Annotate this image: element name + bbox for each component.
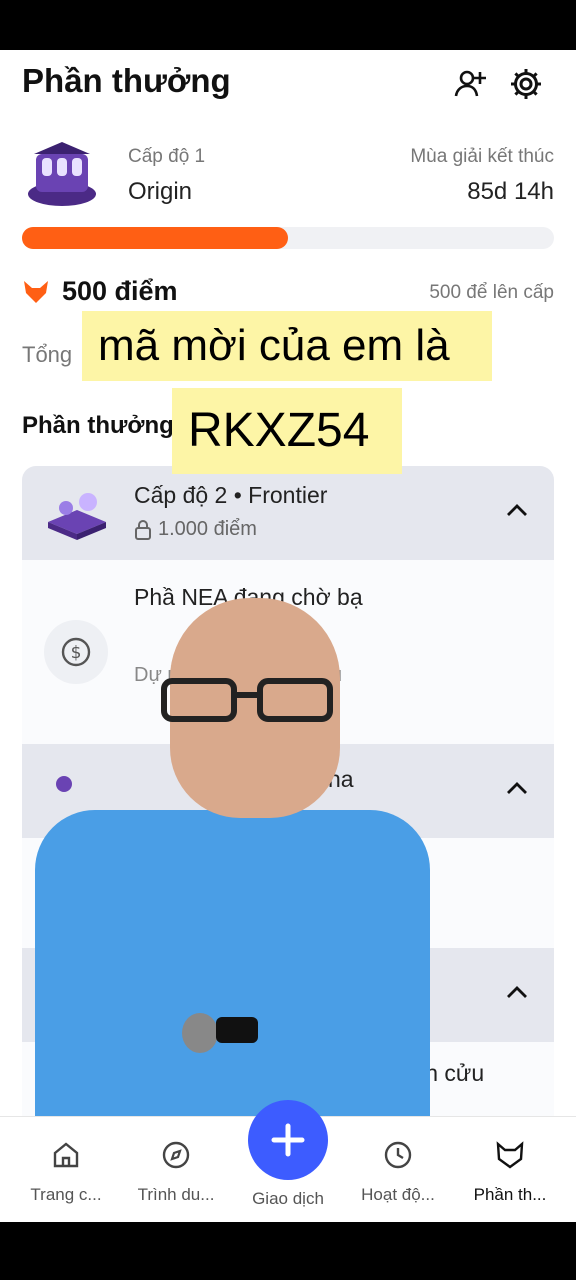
trade-fab-button[interactable] — [248, 1100, 328, 1180]
nav-item-home[interactable]: Trang c... — [12, 1139, 120, 1209]
chevron-up-icon[interactable] — [504, 776, 530, 802]
season-badge-image — [28, 142, 96, 206]
points-icon — [24, 281, 48, 303]
season-remaining-time: 85d 14h — [467, 178, 554, 205]
level-card-title: Cấp độ 2 • Frontier — [134, 482, 328, 508]
clock-icon — [384, 1141, 412, 1169]
trade-fab-label: Giao dịch — [252, 1189, 324, 1208]
reward-icon-container: $ — [44, 620, 108, 684]
level-progress-fill — [22, 227, 288, 249]
total-label: Tổng — [22, 342, 73, 367]
level-label: Cấp độ 1 — [128, 146, 206, 167]
reward-title: Phầ NEA đang chờ bạ — [134, 584, 363, 610]
lock-icon — [135, 519, 151, 540]
level-thumbnail — [48, 493, 106, 540]
glasses-graphic — [161, 678, 333, 722]
plus-icon — [271, 1123, 305, 1157]
caption-line-1: mã mời của em là — [82, 311, 492, 381]
caption-line-2: RKXZ54 — [172, 388, 402, 474]
chevron-up-icon[interactable] — [504, 980, 530, 1006]
level-progress-bar — [22, 227, 554, 249]
nav-label: Phần th... — [473, 1185, 547, 1204]
level-card-header[interactable]: Cấp độ 2 • Frontier 1.000 điểm — [22, 466, 554, 560]
gear-icon[interactable] — [508, 66, 544, 102]
status-bar — [0, 0, 576, 50]
dollar-icon: $ — [61, 637, 91, 667]
level-name: Origin — [128, 178, 193, 205]
nav-item-rewards[interactable]: Phần th... — [456, 1139, 564, 1209]
system-nav-bar — [0, 1222, 576, 1280]
page-title: Phần thưởng — [22, 62, 231, 99]
add-user-icon[interactable] — [452, 66, 488, 102]
svg-text:$: $ — [71, 643, 82, 663]
nav-item-explorer[interactable]: Trình du... — [122, 1139, 230, 1209]
video-person-shirt — [35, 810, 430, 1126]
nav-label: Trình du... — [137, 1185, 215, 1204]
level-card-requirement: 1.000 điểm — [134, 518, 257, 541]
home-icon — [53, 1142, 79, 1168]
points-value: 500 điểm — [62, 276, 178, 306]
nav-label: Hoạt độ... — [361, 1185, 435, 1204]
rewards-section-title: Phần thưởng — [22, 412, 174, 439]
season-end-label: Mùa giải kết thúc — [410, 146, 554, 167]
microphone-graphic — [182, 1013, 258, 1053]
nav-item-activity[interactable]: Hoạt độ... — [344, 1139, 452, 1209]
compass-icon — [162, 1141, 190, 1169]
next-level-text: 500 để lên cấp — [429, 282, 554, 303]
lock-points-text: 1.000 điểm — [158, 518, 257, 540]
reward-icon — [496, 1141, 524, 1169]
rewards-screen: Phần thưởng Cấp độ 1 Origin Mùa giải kết… — [0, 50, 576, 1222]
nav-label: Trang c... — [30, 1185, 102, 1204]
chevron-up-icon[interactable] — [504, 498, 530, 524]
